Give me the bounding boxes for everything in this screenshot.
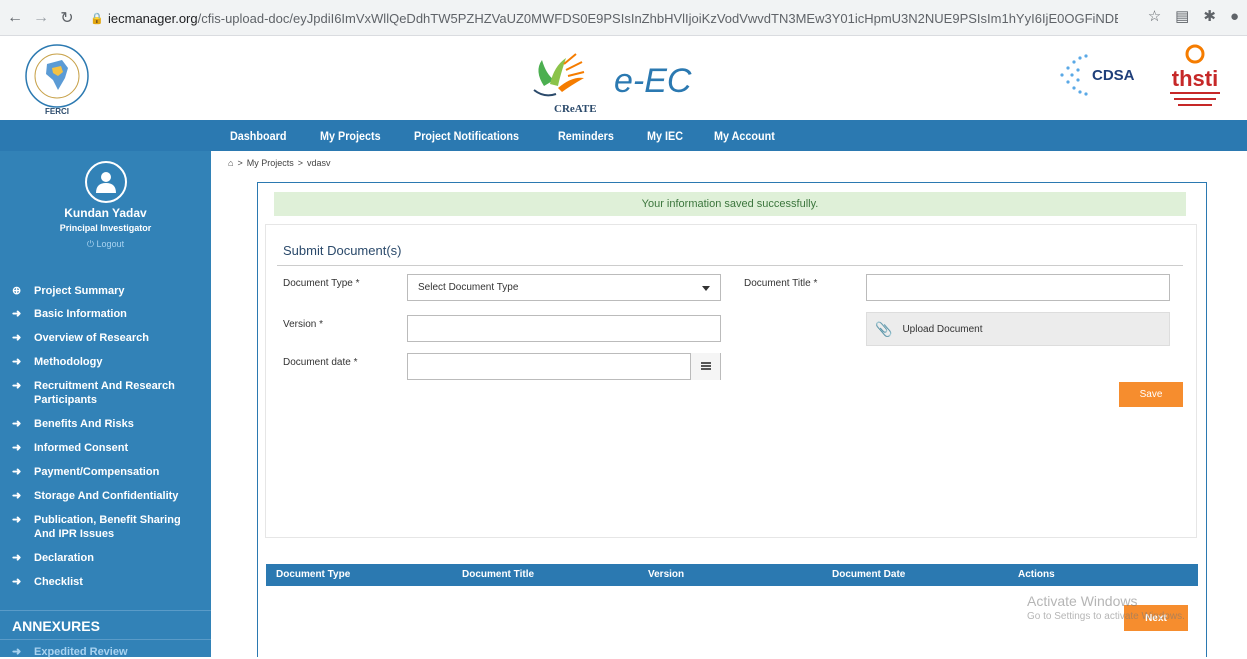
address-bar[interactable]: 🔒 iecmanager.org/cfis-upload-doc/eyJpdiI… <box>84 4 1124 32</box>
nav-dashboard[interactable]: Dashboard <box>230 129 286 143</box>
plus-circle-icon: ⊕ <box>12 285 22 297</box>
document-title-label: Document Title * <box>744 278 818 289</box>
success-alert: Your information saved successfully. <box>274 192 1186 216</box>
document-date-input[interactable] <box>407 353 721 380</box>
activate-windows-watermark: Activate Windows Go to Settings to activ… <box>1027 593 1185 622</box>
thsti-logo: thsti <box>1170 44 1220 106</box>
arrow-right-icon: ➜ <box>12 308 22 320</box>
col-document-date: Document Date <box>832 569 906 580</box>
svg-text:e-EC: e-EC <box>614 62 692 100</box>
arrow-right-icon: ➜ <box>12 514 22 526</box>
ferci-logo: FERCI <box>25 44 89 116</box>
document-type-select[interactable]: Select Document Type <box>407 274 721 301</box>
nav-my-projects[interactable]: My Projects <box>320 129 381 143</box>
sidebar-item-benefits-and-risks[interactable]: ➜ Benefits And Risks <box>0 417 211 431</box>
svg-text:thsti: thsti <box>1172 66 1218 91</box>
sidebar-item-checklist[interactable]: ➜ Checklist <box>0 575 211 589</box>
sidebar-item-recruitment[interactable]: ➜ Recruitment And Research Participants <box>0 379 211 407</box>
form-title: Submit Document(s) <box>283 243 402 258</box>
col-document-type: Document Type <box>276 569 351 580</box>
breadcrumb: ⌂ > My Projects > vdasv <box>228 158 331 168</box>
nav-project-notifications[interactable]: Project Notifications <box>414 129 519 143</box>
paperclip-icon: 📎 <box>875 320 893 337</box>
sidebar-item-overview-of-research[interactable]: ➜ Overview of Research <box>0 331 211 345</box>
home-icon[interactable]: ⌂ <box>228 158 233 168</box>
save-button[interactable]: Save <box>1119 382 1183 407</box>
power-icon: ⏻ <box>86 239 95 249</box>
site-header: FERCI CReATE e-EC CDSA thsti <box>0 36 1247 120</box>
avatar <box>85 161 127 203</box>
svg-text:CDSA: CDSA <box>1092 67 1135 84</box>
nav-my-account[interactable]: My Account <box>714 129 775 143</box>
arrow-right-icon: ➜ <box>12 490 22 502</box>
calendar-icon[interactable] <box>690 353 720 380</box>
arrow-right-icon: ➜ <box>12 576 22 588</box>
reload-icon[interactable]: ↻ <box>56 7 78 29</box>
document-title-input[interactable] <box>866 274 1170 301</box>
documents-table-header: Document Type Document Title Version Doc… <box>266 564 1198 586</box>
create-logo: CReATE e-EC <box>533 53 692 115</box>
browser-toolbar: ← → ↻ 🔒 iecmanager.org/cfis-upload-doc/e… <box>0 0 1247 36</box>
col-actions: Actions <box>1018 569 1055 580</box>
logout-link[interactable]: ⏻ Logout <box>0 239 211 250</box>
user-name: Kundan Yadav <box>64 206 147 220</box>
sidebar-item-declaration[interactable]: ➜ Declaration <box>0 551 211 565</box>
col-version: Version <box>648 569 685 580</box>
arrow-right-icon: ➜ <box>12 418 22 430</box>
arrow-right-icon: ➜ <box>12 332 22 344</box>
main-panel: Your information saved successfully. Sub… <box>257 182 1207 657</box>
arrow-right-icon: ➜ <box>12 380 22 392</box>
sidebar-item-payment[interactable]: ➜ Payment/Compensation <box>0 465 211 479</box>
sidebar-item-publication[interactable]: ➜ Publication, Benefit Sharing And IPR Is… <box>0 513 211 541</box>
document-type-label: Document Type * <box>283 278 360 289</box>
annexures-header: ANNEXURES <box>0 610 211 640</box>
user-icon <box>96 172 116 193</box>
col-document-title: Document Title <box>462 569 535 580</box>
document-date-label: Document date * <box>283 357 358 368</box>
sidebar: Kundan Yadav Principal Investigator ⏻ Lo… <box>0 151 211 658</box>
reading-list-icon[interactable]: ▤ <box>1175 7 1189 25</box>
svg-text:FERCI: FERCI <box>45 107 69 116</box>
forward-icon[interactable]: → <box>30 7 52 29</box>
arrow-right-icon: ➜ <box>12 552 22 564</box>
nav-my-iec[interactable]: My IEC <box>647 129 683 143</box>
sidebar-item-methodology[interactable]: ➜ Methodology <box>0 355 211 369</box>
profile-icon[interactable]: ● <box>1230 8 1239 25</box>
arrow-right-icon: ➜ <box>12 356 22 368</box>
version-label: Version * <box>283 319 324 330</box>
version-input[interactable] <box>407 315 721 342</box>
sidebar-item-informed-consent[interactable]: ➜ Informed Consent <box>0 441 211 455</box>
arrow-right-icon: ➜ <box>12 442 22 454</box>
divider <box>277 265 1183 266</box>
top-navigation: Dashboard My Projects Project Notificati… <box>0 120 1247 151</box>
submit-document-card: Submit Document(s) Document Type * Selec… <box>265 224 1197 538</box>
breadcrumb-my-projects[interactable]: My Projects <box>247 158 294 168</box>
nav-reminders[interactable]: Reminders <box>558 129 614 143</box>
arrow-right-icon: ➜ <box>12 466 22 478</box>
cdsa-logo: CDSA <box>1060 54 1135 96</box>
sidebar-item-basic-information[interactable]: ➜ Basic Information <box>0 307 211 321</box>
user-role: Principal Investigator <box>59 223 152 233</box>
upload-document-button[interactable]: 📎 Upload Document <box>866 312 1170 346</box>
sidebar-item-storage[interactable]: ➜ Storage And Confidentiality <box>0 489 211 503</box>
star-icon[interactable]: ☆ <box>1148 7 1161 25</box>
sidebar-item-project-summary[interactable]: ⊕ Project Summary <box>0 284 211 298</box>
back-icon[interactable]: ← <box>4 7 26 29</box>
extensions-icon[interactable]: ✱ <box>1203 7 1216 25</box>
svg-text:CReATE: CReATE <box>554 103 597 115</box>
lock-icon: 🔒 <box>90 13 104 25</box>
chevron-down-icon <box>702 286 710 291</box>
breadcrumb-project: vdasv <box>306 158 331 168</box>
url-text[interactable]: iecmanager.org/cfis-upload-doc/eyJpdiI6I… <box>108 11 1118 26</box>
